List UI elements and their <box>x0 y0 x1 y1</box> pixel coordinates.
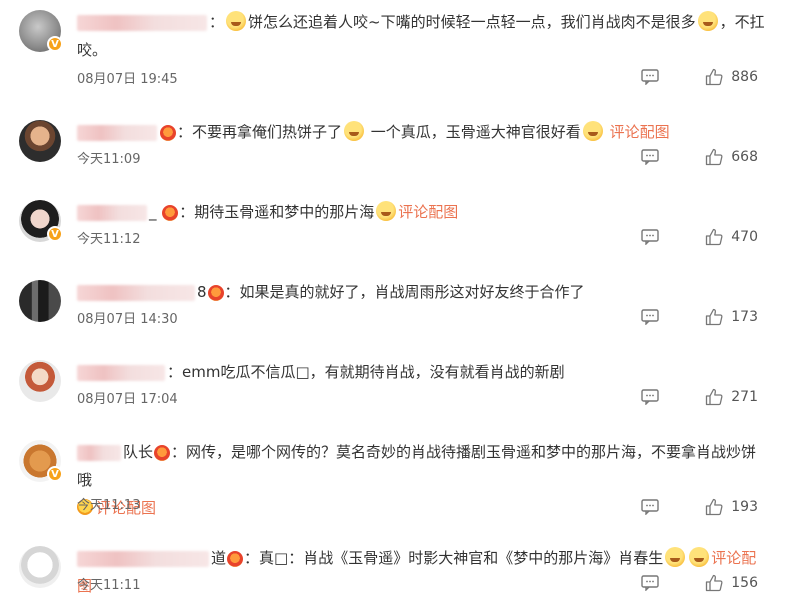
comment-text: _ ：期待玉骨遥和梦中的那片海 评论配图 <box>77 198 768 226</box>
comment-bubble-icon[interactable] <box>641 149 659 165</box>
comment-text: ：饼怎么还追着人咬~下嘴的时候轻一点轻一点，我们肖战肉不是很多 ，不扛咬。 <box>77 11 765 59</box>
comment-item: V ：饼怎么还追着人咬~下嘴的时候轻一点轻一点，我们肖战肉不是很多 ，不扛咬。 0… <box>0 0 800 96</box>
thumbs-up-icon[interactable] <box>705 498 723 516</box>
comment-time: 今天11:11 <box>77 578 141 593</box>
vip-badge-icon <box>160 124 176 141</box>
like-count: 173 <box>731 309 758 325</box>
comment-body: ：期待玉骨遥和梦中的那片海 <box>179 203 375 221</box>
thumbs-up-icon[interactable] <box>705 574 723 592</box>
username[interactable] <box>77 444 121 461</box>
vip-badge-icon <box>162 204 179 221</box>
crying-emoji-icon <box>226 11 247 31</box>
avatar[interactable] <box>19 360 61 402</box>
shocked-emoji-icon <box>376 201 397 221</box>
comment-bubble-icon[interactable] <box>641 389 659 405</box>
vip-badge-icon <box>207 284 224 301</box>
comment-time: 08月07日 14:30 <box>77 312 178 327</box>
comment-actions: 668 <box>641 148 758 166</box>
comment-time: 今天11:09 <box>77 152 141 167</box>
comment-body: ：emm吃瓜不信瓜□，有就期待肖战，没有就看肖战的新剧 <box>167 363 565 381</box>
thumbs-up-icon[interactable] <box>705 308 723 326</box>
vip-badge-icon <box>227 550 244 567</box>
comment-body: ：真□：肖战《玉骨遥》时影大神官和《梦中的那片海》肖春生 <box>244 549 664 567</box>
verified-badge-icon: V <box>47 466 63 482</box>
comment-bubble-icon[interactable] <box>641 229 659 245</box>
username[interactable] <box>77 14 207 31</box>
avatar[interactable] <box>19 120 61 162</box>
comment-image-link[interactable]: 评论配图 <box>398 203 458 221</box>
comment-time: 今天11:12 <box>77 232 141 247</box>
comment-item: ：不要再拿俺们热饼子了 一个真瓜，玉骨遥大神官很好看 评论配图 今天11:09 … <box>0 110 800 180</box>
comment-body-tail: 一个真瓜，玉骨遥大神官很好看 <box>370 123 581 141</box>
comment-actions: 193 <box>641 498 758 516</box>
comment-item: V 队长 ：网传，是哪个网传的？莫名奇妙的肖战待播剧玉骨遥和梦中的那片海，不要拿肖… <box>0 430 800 526</box>
comment-text: 8 ：如果是真的就好了，肖战周雨彤这对好友终于合作了 <box>77 278 768 306</box>
username-suffix: 队长 <box>123 443 154 461</box>
comment-body: ：不要再拿俺们热饼子了 <box>177 123 343 141</box>
avatar[interactable] <box>19 546 61 588</box>
comment-body: 饼怎么还追着人咬~下嘴的时候轻一点轻一点，我们肖战肉不是很多 <box>248 13 696 31</box>
verified-badge-icon: V <box>47 36 63 52</box>
crying-emoji-icon <box>697 11 718 31</box>
comment-actions: 886 <box>641 68 758 86</box>
comment-actions: 156 <box>641 574 758 592</box>
username[interactable] <box>77 550 209 567</box>
username-suffix: 道 <box>211 549 227 567</box>
comment-text: ：不要再拿俺们热饼子了 一个真瓜，玉骨遥大神官很好看 评论配图 <box>77 118 768 146</box>
comment-actions: 173 <box>641 308 758 326</box>
blush-emoji-icon <box>689 547 710 567</box>
comment-body: ：网传，是哪个网传的？莫名奇妙的肖战待播剧玉骨遥和梦中的那片海，不要拿肖战炒饼哦 <box>77 443 757 489</box>
username[interactable] <box>77 204 147 221</box>
comment-item: ：emm吃瓜不信瓜□，有就期待肖战，没有就看肖战的新剧 08月07日 17:04… <box>0 350 800 420</box>
like-count: 193 <box>731 499 758 515</box>
vip-badge-icon <box>154 444 171 461</box>
username[interactable] <box>77 284 195 301</box>
comment-time: 08月07日 19:45 <box>77 72 178 87</box>
like-count: 470 <box>731 229 758 245</box>
like-count: 886 <box>731 69 758 85</box>
verified-badge-icon: V <box>47 226 63 242</box>
like-count: 156 <box>731 575 758 591</box>
comment-list: V ：饼怎么还追着人咬~下嘴的时候轻一点轻一点，我们肖战肉不是很多 ，不扛咬。 0… <box>0 0 800 613</box>
like-count: 271 <box>731 389 758 405</box>
smirk-emoji-icon <box>344 121 365 141</box>
avatar[interactable] <box>19 280 61 322</box>
comment-body: ：如果是真的就好了，肖战周雨彤这对好友终于合作了 <box>224 283 585 301</box>
comment-item: 道：真□：肖战《玉骨遥》时影大神官和《梦中的那片海》肖春生 评论配图 今天11:1… <box>0 536 800 613</box>
comment-time: 08月07日 17:04 <box>77 392 178 407</box>
comment-time: 今天11:13 <box>77 498 141 513</box>
thumbs-up-icon[interactable] <box>705 148 723 166</box>
comment-item: V _ ：期待玉骨遥和梦中的那片海 评论配图 今天11:12 470 <box>0 190 800 260</box>
comment-bubble-icon[interactable] <box>641 69 659 85</box>
comment-actions: 271 <box>641 388 758 406</box>
thumbs-up-icon[interactable] <box>705 388 723 406</box>
comment-bubble-icon[interactable] <box>641 575 659 591</box>
comment-item: 8 ：如果是真的就好了，肖战周雨彤这对好友终于合作了 08月07日 14:30 1… <box>0 270 800 340</box>
comment-actions: 470 <box>641 228 758 246</box>
comment-bubble-icon[interactable] <box>641 499 659 515</box>
username[interactable] <box>77 364 165 381</box>
thumbs-up-icon[interactable] <box>705 228 723 246</box>
like-count: 668 <box>731 149 758 165</box>
thumbs-up-icon[interactable] <box>705 68 723 86</box>
username[interactable] <box>77 124 157 141</box>
comment-image-link[interactable]: 评论配图 <box>610 123 670 141</box>
comment-bubble-icon[interactable] <box>641 309 659 325</box>
blush-emoji-icon <box>665 547 686 567</box>
comment-text: ：emm吃瓜不信瓜□，有就期待肖战，没有就看肖战的新剧 <box>77 358 768 386</box>
kiss-emoji-icon <box>582 121 603 141</box>
